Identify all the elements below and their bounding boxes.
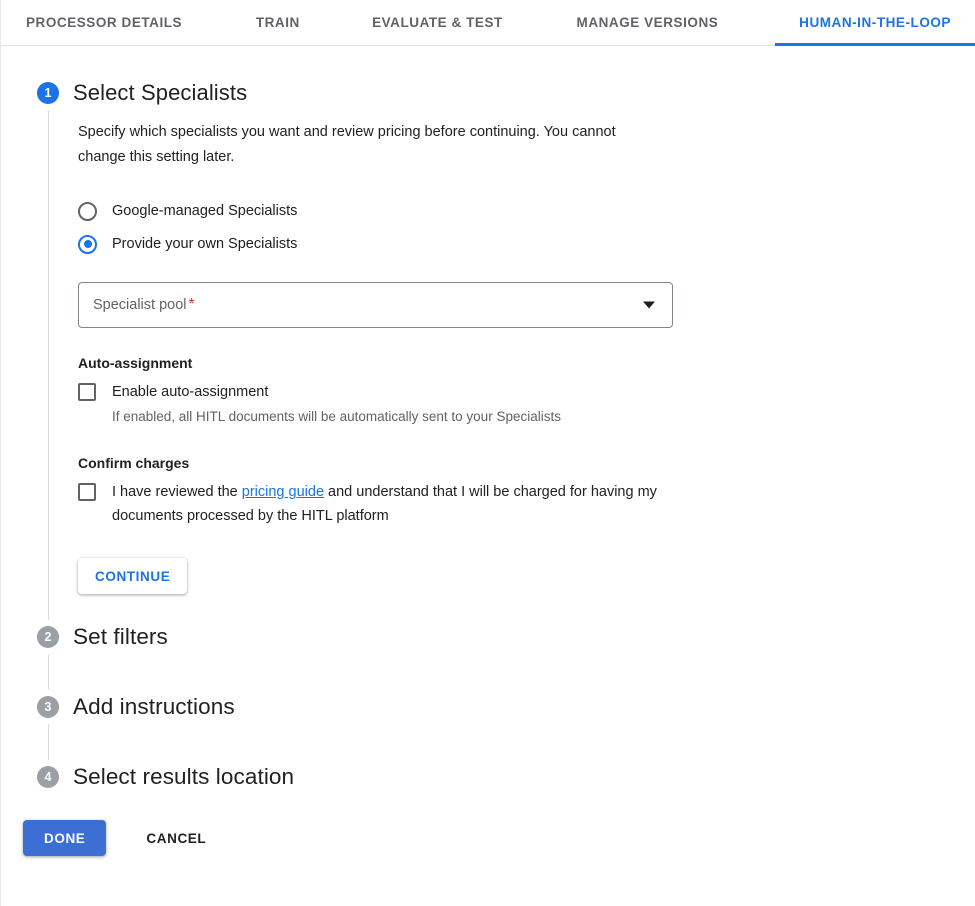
auto-assignment-hint: If enabled, all HITL documents will be a… [112,409,561,424]
tab-processor-details[interactable]: PROCESSOR DETAILS [22,0,206,45]
step-number: 3 [44,699,52,714]
step-description: Specify which specialists you want and r… [78,124,616,165]
pricing-guide-link[interactable]: pricing guide [242,484,324,500]
setup-stepper: 1 Select Specialists Specify which speci… [1,46,975,794]
cancel-button[interactable]: CANCEL [132,820,220,856]
checkbox-unchecked-icon [78,383,96,401]
radio-checked-icon [78,234,97,254]
checkbox-unchecked-icon [78,483,96,501]
enable-auto-assignment-checkbox-row[interactable]: Enable auto-assignment If enabled, all H… [78,380,975,428]
tab-spacer [527,0,553,45]
step-number-badge: 4 [37,766,59,788]
confirm-charges-label: I have reviewed the pricing guide and un… [112,480,657,528]
specialist-pool-field: Specialist pool * [78,282,975,328]
step-3-add-instructions: 3 Add instructions [37,690,975,724]
confirm-charges-checkbox-row[interactable]: I have reviewed the pricing guide and un… [78,480,975,528]
step-number: 2 [44,629,52,644]
specialist-pool-select[interactable]: Specialist pool * [78,282,673,328]
tab-spacer [206,0,232,45]
step-number-badge: 3 [37,696,59,718]
confirm-charges-text: I have reviewed the pricing guide and un… [112,480,657,528]
step-4-select-results-location: 4 Select results location [37,760,975,794]
radio-google-managed-specialists[interactable]: Google-managed Specialists [78,196,975,226]
tab-spacer [324,0,348,45]
radio-label: Provide your own Specialists [112,236,298,252]
tab-spacer [742,0,775,45]
step-title: Select Specialists [73,80,248,105]
tab-label: MANAGE VERSIONS [576,15,719,30]
primary-tab-bar: PROCESSOR DETAILS TRAIN EVALUATE & TEST … [1,0,975,46]
tab-label: EVALUATE & TEST [372,15,503,30]
step-header[interactable]: 4 Select results location [37,760,975,794]
specialist-pool-placeholder: Specialist pool [93,297,187,313]
confirm-charges-heading: Confirm charges [78,455,190,471]
radio-label: Google-managed Specialists [112,203,298,219]
tab-human-in-the-loop[interactable]: HUMAN-IN-THE-LOOP [775,0,975,46]
step-header[interactable]: 2 Set filters [37,620,975,654]
chevron-down-icon[interactable] [643,301,655,309]
radio-unchecked-icon [78,201,97,221]
step-title: Set filters [73,624,168,649]
page-footer-actions: DONE CANCEL [1,794,975,856]
step-connector-line [48,654,975,690]
tab-train[interactable]: TRAIN [232,0,324,45]
step-header: 1 Select Specialists [37,76,975,110]
step-2-set-filters: 2 Set filters [37,620,975,654]
step-number: 1 [44,85,52,100]
step-header[interactable]: 3 Add instructions [37,690,975,724]
tab-manage-versions[interactable]: MANAGE VERSIONS [553,0,743,45]
done-button[interactable]: DONE [23,820,107,856]
step-1-content: Specify which specialists you want and r… [48,110,975,620]
hitl-configuration-page: PROCESSOR DETAILS TRAIN EVALUATE & TEST … [0,0,975,906]
step-1-select-specialists: 1 Select Specialists Specify which speci… [37,76,975,620]
auto-assignment-heading: Auto-assignment [78,355,193,371]
checkbox-label: Enable auto-assignment [112,384,269,400]
tab-label: TRAIN [255,15,300,30]
specialist-source-radio-group: Google-managed Specialists Provide your … [78,196,975,259]
tab-evaluate-and-test[interactable]: EVALUATE & TEST [348,0,527,45]
continue-button[interactable]: CONTINUE [78,558,188,594]
tab-label: HUMAN-IN-THE-LOOP [799,15,951,30]
tab-label: PROCESSOR DETAILS [26,15,183,30]
step-number-badge: 2 [37,626,59,648]
step-connector-line [48,724,975,760]
required-asterisk: * [188,296,195,313]
step-title: Add instructions [73,694,235,719]
step-number-badge: 1 [37,82,59,104]
step-number: 4 [44,769,52,784]
confirm-charges-text-before: I have reviewed the [112,484,238,500]
step-title: Select results location [73,764,295,789]
radio-provide-your-own-specialists[interactable]: Provide your own Specialists [78,229,975,259]
auto-assignment-text: Enable auto-assignment If enabled, all H… [112,380,561,428]
